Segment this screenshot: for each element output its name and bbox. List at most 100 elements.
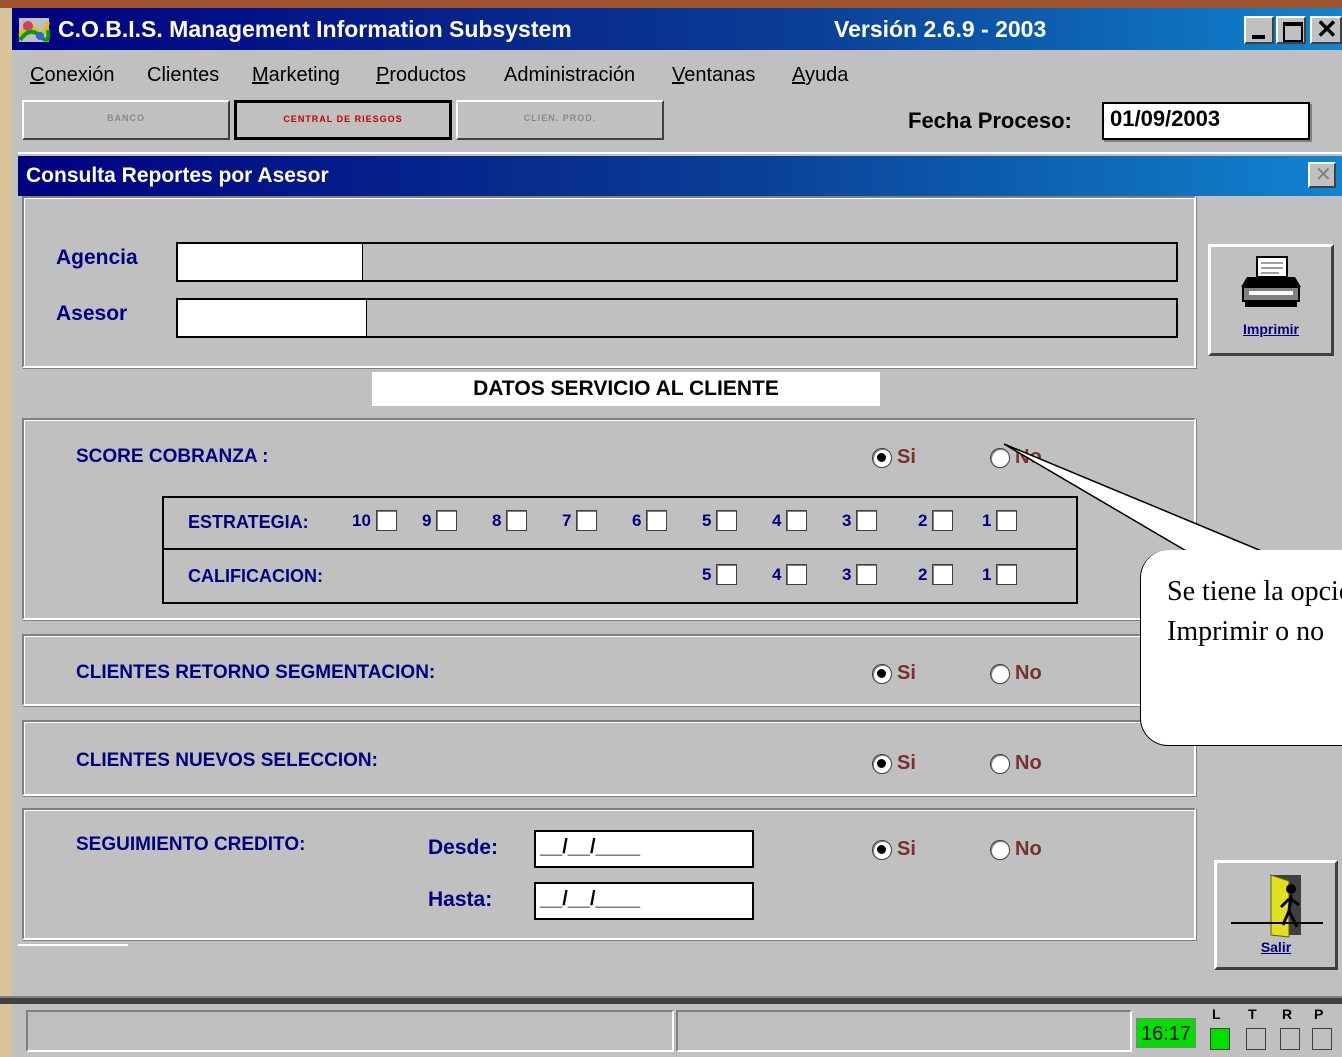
app-title: C.O.B.I.S. Management Information Subsys… (58, 16, 572, 42)
menu-productos[interactable]: Productos (376, 64, 466, 87)
print-button[interactable]: Imprimir (1208, 244, 1334, 356)
close-button[interactable]: ✕ (1310, 14, 1342, 44)
status-indicator-p: P (1310, 1006, 1334, 1054)
door-exit-icon (1231, 871, 1323, 938)
calificacion-checkbox[interactable] (786, 564, 808, 585)
estrategia-checkbox[interactable] (646, 510, 668, 531)
estrategia-option[interactable]: 5 (702, 510, 738, 531)
seguimiento-si-option[interactable]: Si (872, 838, 916, 861)
estrategia-option[interactable]: 8 (492, 510, 528, 531)
desde-input[interactable]: __/__/____ (534, 830, 754, 868)
estrategia-checkbox[interactable] (786, 510, 808, 531)
retorno-no-radio[interactable] (990, 663, 1010, 684)
dialog-title-bar: Consulta Reportes por Asesor ✕ (18, 156, 1342, 196)
exit-button[interactable]: Salir (1214, 860, 1338, 970)
app-version: Versión 2.6.9 - 2003 (834, 16, 1047, 42)
menu-marketing[interactable]: Marketing (252, 64, 340, 87)
status-indicator-l: L (1208, 1006, 1232, 1054)
agencia-code-input[interactable] (176, 242, 364, 282)
menu-administracion[interactable]: Administración (504, 64, 635, 87)
maximize-button[interactable] (1276, 16, 1306, 44)
group-clientes-nuevos: CLIENTES NUEVOS SELECCION: Si No (22, 720, 1196, 796)
hasta-input[interactable]: __/__/____ (534, 882, 754, 920)
dialog-close-button[interactable]: ✕ (1308, 162, 1336, 188)
estrategia-checkbox[interactable] (576, 510, 598, 531)
score-cobranza-label: SCORE COBRANZA : (76, 446, 269, 467)
toolbar-button-central-riesgos[interactable]: CENTRAL DE RIESGOS (234, 100, 452, 140)
estrategia-checkbox[interactable] (716, 510, 738, 531)
calificacion-label: CALIFICACION: (188, 566, 323, 586)
toolbar-button-banco[interactable]: BANCO (22, 100, 230, 140)
nuevos-no-option[interactable]: No (990, 752, 1042, 775)
group-agencia-asesor: Agencia Asesor (22, 196, 1196, 368)
toolbar-button-clien-prod[interactable]: CLIEN. PROD. (456, 100, 664, 140)
calificacion-checkbox[interactable] (856, 564, 878, 585)
agencia-name-field (362, 242, 1178, 282)
estrategia-checkbox[interactable] (932, 510, 954, 531)
menu-conexion[interactable]: Conexión (30, 64, 115, 87)
dialog-close-icon: ✕ (1315, 164, 1332, 186)
estrategia-checkbox[interactable] (856, 510, 878, 531)
status-clock: 16:17 (1136, 1018, 1196, 1048)
main-window: C.O.B.I.S. Management Information Subsys… (0, 8, 1342, 1057)
exit-label: Salir (1260, 939, 1292, 955)
estrategia-option[interactable]: 2 (918, 510, 954, 531)
printer-icon (1239, 255, 1303, 311)
section-title: DATOS SERVICIO AL CLIENTE (372, 372, 880, 406)
desde-label: Desde: (428, 836, 499, 859)
callout-bubble: Se tiene la opcion de Imprimir o no (1140, 550, 1342, 746)
estrategia-checkbox[interactable] (506, 510, 528, 531)
estrategia-checkbox[interactable] (436, 510, 458, 531)
status-panel-left (26, 1010, 674, 1052)
estrategia-label: ESTRATEGIA: (188, 512, 309, 532)
retorno-no-option[interactable]: No (990, 662, 1042, 685)
score-options-divider (164, 548, 1076, 550)
calificacion-option[interactable]: 2 (918, 564, 954, 585)
seguimiento-no-radio[interactable] (990, 839, 1010, 860)
seguimiento-si-radio[interactable] (872, 839, 892, 860)
app-icon (18, 16, 51, 44)
agencia-label: Agencia (56, 246, 138, 269)
seguimiento-no-option[interactable]: No (990, 838, 1042, 861)
dialog-title: Consulta Reportes por Asesor (26, 164, 329, 187)
status-indicator-r: R (1278, 1006, 1302, 1054)
estrategia-option[interactable]: 9 (422, 510, 458, 531)
seguimiento-label: SEGUIMIENTO CREDITO: (76, 834, 306, 855)
minimize-icon (1252, 35, 1265, 39)
asesor-label: Asesor (56, 302, 128, 325)
score-si-option[interactable]: Si (872, 446, 916, 469)
estrategia-option[interactable]: 4 (772, 510, 808, 531)
retorno-si-radio[interactable] (872, 663, 892, 684)
calificacion-checkbox[interactable] (932, 564, 954, 585)
retorno-label: CLIENTES RETORNO SEGMENTACION: (76, 662, 436, 683)
print-label: Imprimir (1242, 321, 1299, 337)
group-clientes-retorno: CLIENTES RETORNO SEGMENTACION: Si No (22, 634, 1196, 706)
calificacion-option[interactable]: 5 (702, 564, 738, 585)
fecha-proceso-field[interactable]: 01/09/2003 (1102, 102, 1310, 140)
score-options-box: ESTRATEGIA: 10 9 8 7 6 5 4 3 2 1 CALIFIC… (162, 496, 1078, 604)
calificacion-option[interactable]: 3 (842, 564, 878, 585)
estrategia-option[interactable]: 7 (562, 510, 598, 531)
maximize-icon (1283, 22, 1303, 42)
estrategia-option[interactable]: 6 (632, 510, 668, 531)
retorno-si-option[interactable]: Si (872, 662, 916, 685)
menu-clientes[interactable]: Clientes (147, 64, 219, 87)
menu-ventanas[interactable]: Ventanas (672, 64, 755, 87)
calificacion-option[interactable]: 4 (772, 564, 808, 585)
calificacion-checkbox[interactable] (716, 564, 738, 585)
screen-left-strip (0, 8, 12, 1057)
status-bar-top-border (0, 996, 1342, 1004)
asesor-code-input[interactable] (176, 298, 368, 338)
minimize-button[interactable] (1244, 16, 1274, 44)
estrategia-option[interactable]: 10 (352, 510, 397, 531)
menu-ayuda[interactable]: Ayuda (792, 64, 848, 87)
nuevos-no-radio[interactable] (990, 753, 1010, 774)
nuevos-si-option[interactable]: Si (872, 752, 916, 775)
hasta-label: Hasta: (428, 888, 493, 911)
nuevos-si-radio[interactable] (872, 753, 892, 774)
estrategia-option[interactable]: 3 (842, 510, 878, 531)
asesor-name-field (366, 298, 1178, 338)
score-si-radio[interactable] (872, 447, 892, 468)
status-panel-right (676, 1010, 1132, 1052)
estrategia-checkbox[interactable] (375, 510, 397, 531)
